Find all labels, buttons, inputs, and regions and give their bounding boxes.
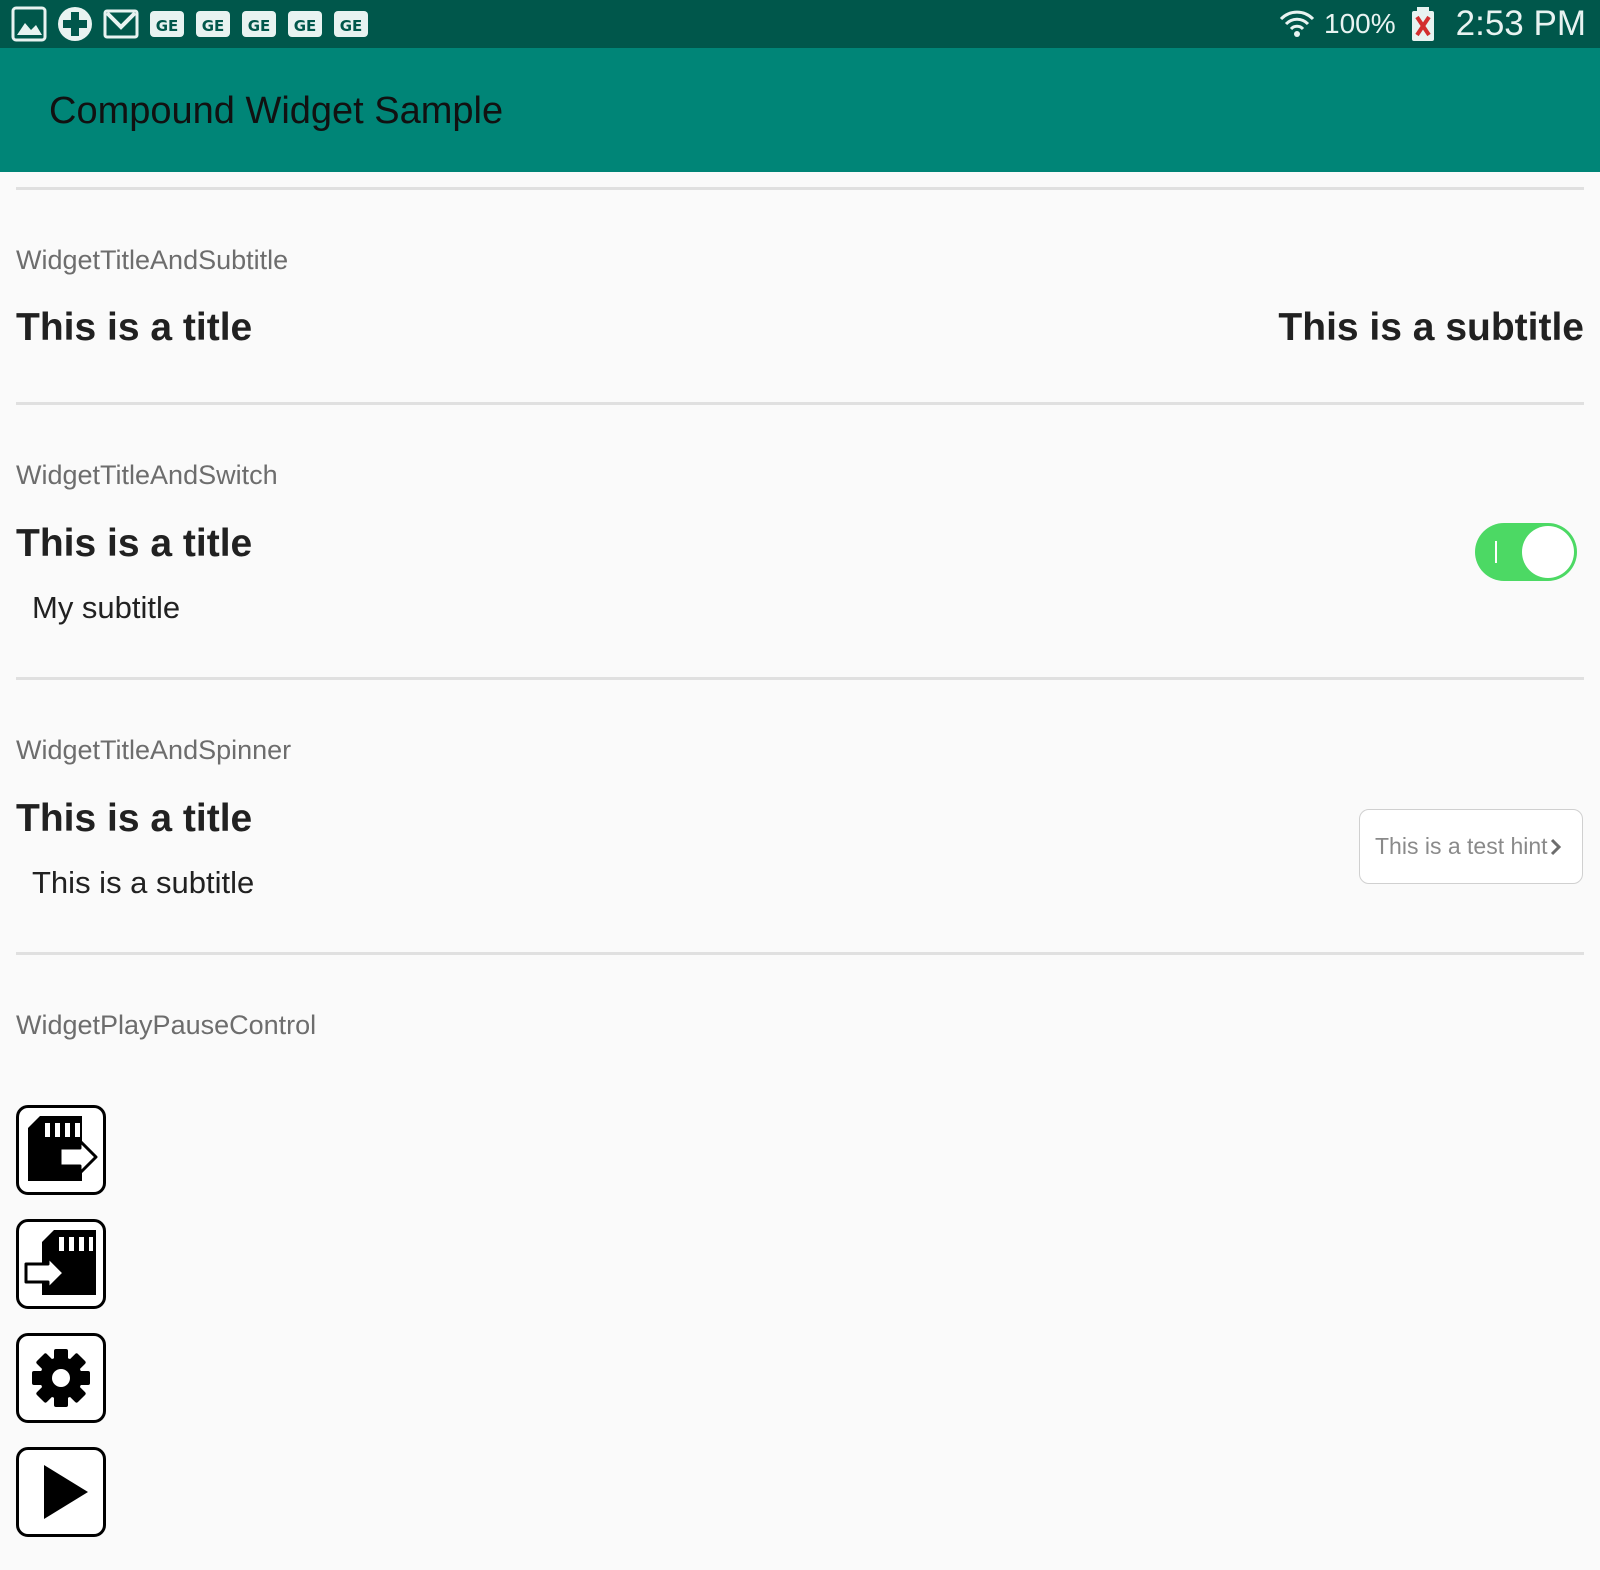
battery-icon [1404,5,1442,43]
plus-circle-icon [56,5,94,43]
title-spinner-title: This is a title [16,797,253,840]
svg-text:GE: GE [156,17,179,35]
notification-icons: GE GE GE GE GE [0,5,370,43]
sd-card-eject-icon [28,1116,98,1181]
switch-knob [1522,526,1574,578]
svg-text:GE: GE [340,17,363,35]
divider [16,402,1584,405]
title-subtitle-title: This is a title [16,306,253,349]
ge-app-icon: GE [332,5,370,43]
ge-app-icon: GE [240,5,278,43]
system-status: 100% 2:53 PM [1278,4,1600,44]
svg-text:GE: GE [294,17,317,35]
section-label-title-switch: WidgetTitleAndSwitch [16,460,278,490]
title-subtitle-subtitle: This is a subtitle [1278,306,1584,349]
gmail-icon [102,5,140,43]
sd-card-insert-icon [24,1230,96,1295]
switch-on-mark [1495,541,1497,563]
app-bar: Compound Widget Sample [0,48,1600,172]
ge-app-icon: GE [286,5,324,43]
spinner-hint: This is a test hint [1375,833,1548,859]
clock: 2:53 PM [1455,4,1586,43]
ge-app-icon: GE [194,5,232,43]
status-bar: GE GE GE GE GE 100% 2:53 PM [0,0,1600,48]
chevron-right-icon [1550,838,1562,856]
settings-gear-icon [32,1349,90,1407]
play-button[interactable] [16,1447,106,1537]
section-label-title-spinner: WidgetTitleAndSpinner [16,735,292,765]
divider [16,677,1584,680]
divider [16,187,1584,190]
sd-card-insert-button[interactable] [16,1219,106,1309]
svg-text:GE: GE [202,17,225,35]
ge-app-icon: GE [148,5,186,43]
play-icon [44,1465,88,1519]
divider [16,952,1584,955]
wifi-icon [1278,5,1316,43]
app-title: Compound Widget Sample [49,90,504,132]
battery-percent: 100% [1324,8,1396,39]
spinner-dropdown[interactable]: This is a test hint [1359,809,1583,884]
sd-card-eject-button[interactable] [16,1105,106,1195]
title-switch-subtitle: My subtitle [32,590,181,625]
gallery-icon [10,5,48,43]
svg-text:GE: GE [248,17,271,35]
section-label-title-subtitle: WidgetTitleAndSubtitle [16,245,289,275]
section-label-play-pause: WidgetPlayPauseControl [16,1010,317,1040]
toggle-switch[interactable] [1475,523,1577,581]
settings-button[interactable] [16,1333,106,1423]
title-switch-title: This is a title [16,522,253,565]
title-spinner-subtitle: This is a subtitle [32,865,255,900]
